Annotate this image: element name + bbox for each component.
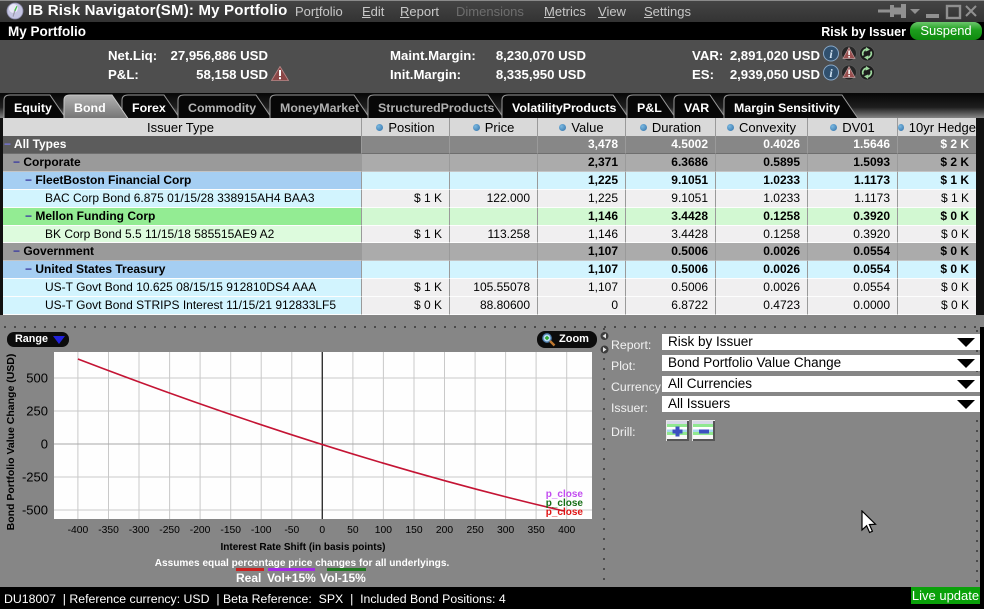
svg-text:Margin Sensitivity: Margin Sensitivity <box>734 101 840 115</box>
svg-text:Vol+15%: Vol+15% <box>267 571 316 585</box>
svg-text:250: 250 <box>467 525 484 536</box>
svg-text:0: 0 <box>319 525 325 536</box>
svg-text:300: 300 <box>497 525 514 536</box>
svg-text:-100: -100 <box>251 525 272 536</box>
svg-text:VAR: VAR <box>684 101 709 115</box>
svg-text:-250: -250 <box>159 525 180 536</box>
svg-text:50: 50 <box>347 525 359 536</box>
svg-text:Equity: Equity <box>14 101 52 115</box>
svg-text:StructuredProducts: StructuredProducts <box>378 101 494 115</box>
svg-text:Assumes equal percentage price: Assumes equal percentage price changes f… <box>155 558 450 569</box>
svg-text:0: 0 <box>41 437 48 452</box>
svg-text:350: 350 <box>528 525 545 536</box>
svg-text:-250: -250 <box>22 470 48 485</box>
svg-text:200: 200 <box>436 525 453 536</box>
svg-text:150: 150 <box>405 525 422 536</box>
svg-text:-50: -50 <box>284 525 299 536</box>
svg-text:-400: -400 <box>68 525 89 536</box>
svg-text:MoneyMarket: MoneyMarket <box>280 101 359 115</box>
svg-text:p_close: p_close <box>546 507 584 518</box>
svg-text:Commodity: Commodity <box>188 101 256 115</box>
svg-text:500: 500 <box>26 371 48 386</box>
svg-text:-200: -200 <box>190 525 211 536</box>
svg-text:400: 400 <box>558 525 575 536</box>
svg-text:Vol-15%: Vol-15% <box>320 571 366 585</box>
svg-text:Real: Real <box>236 571 261 585</box>
svg-text:Bond: Bond <box>74 101 106 115</box>
svg-text:P&L: P&L <box>637 101 662 115</box>
svg-text:Forex: Forex <box>132 101 166 115</box>
svg-text:Bond Portfolio Value Change (U: Bond Portfolio Value Change (USD) <box>5 354 17 531</box>
svg-text:-350: -350 <box>98 525 119 536</box>
svg-text:Interest Rate Shift (in basis: Interest Rate Shift (in basis points) <box>220 542 385 553</box>
svg-text:-150: -150 <box>220 525 241 536</box>
svg-text:-300: -300 <box>129 525 150 536</box>
svg-text:VolatilityProducts: VolatilityProducts <box>512 101 617 115</box>
svg-text:250: 250 <box>26 404 48 419</box>
svg-text:100: 100 <box>375 525 392 536</box>
svg-text:-500: -500 <box>22 503 48 518</box>
